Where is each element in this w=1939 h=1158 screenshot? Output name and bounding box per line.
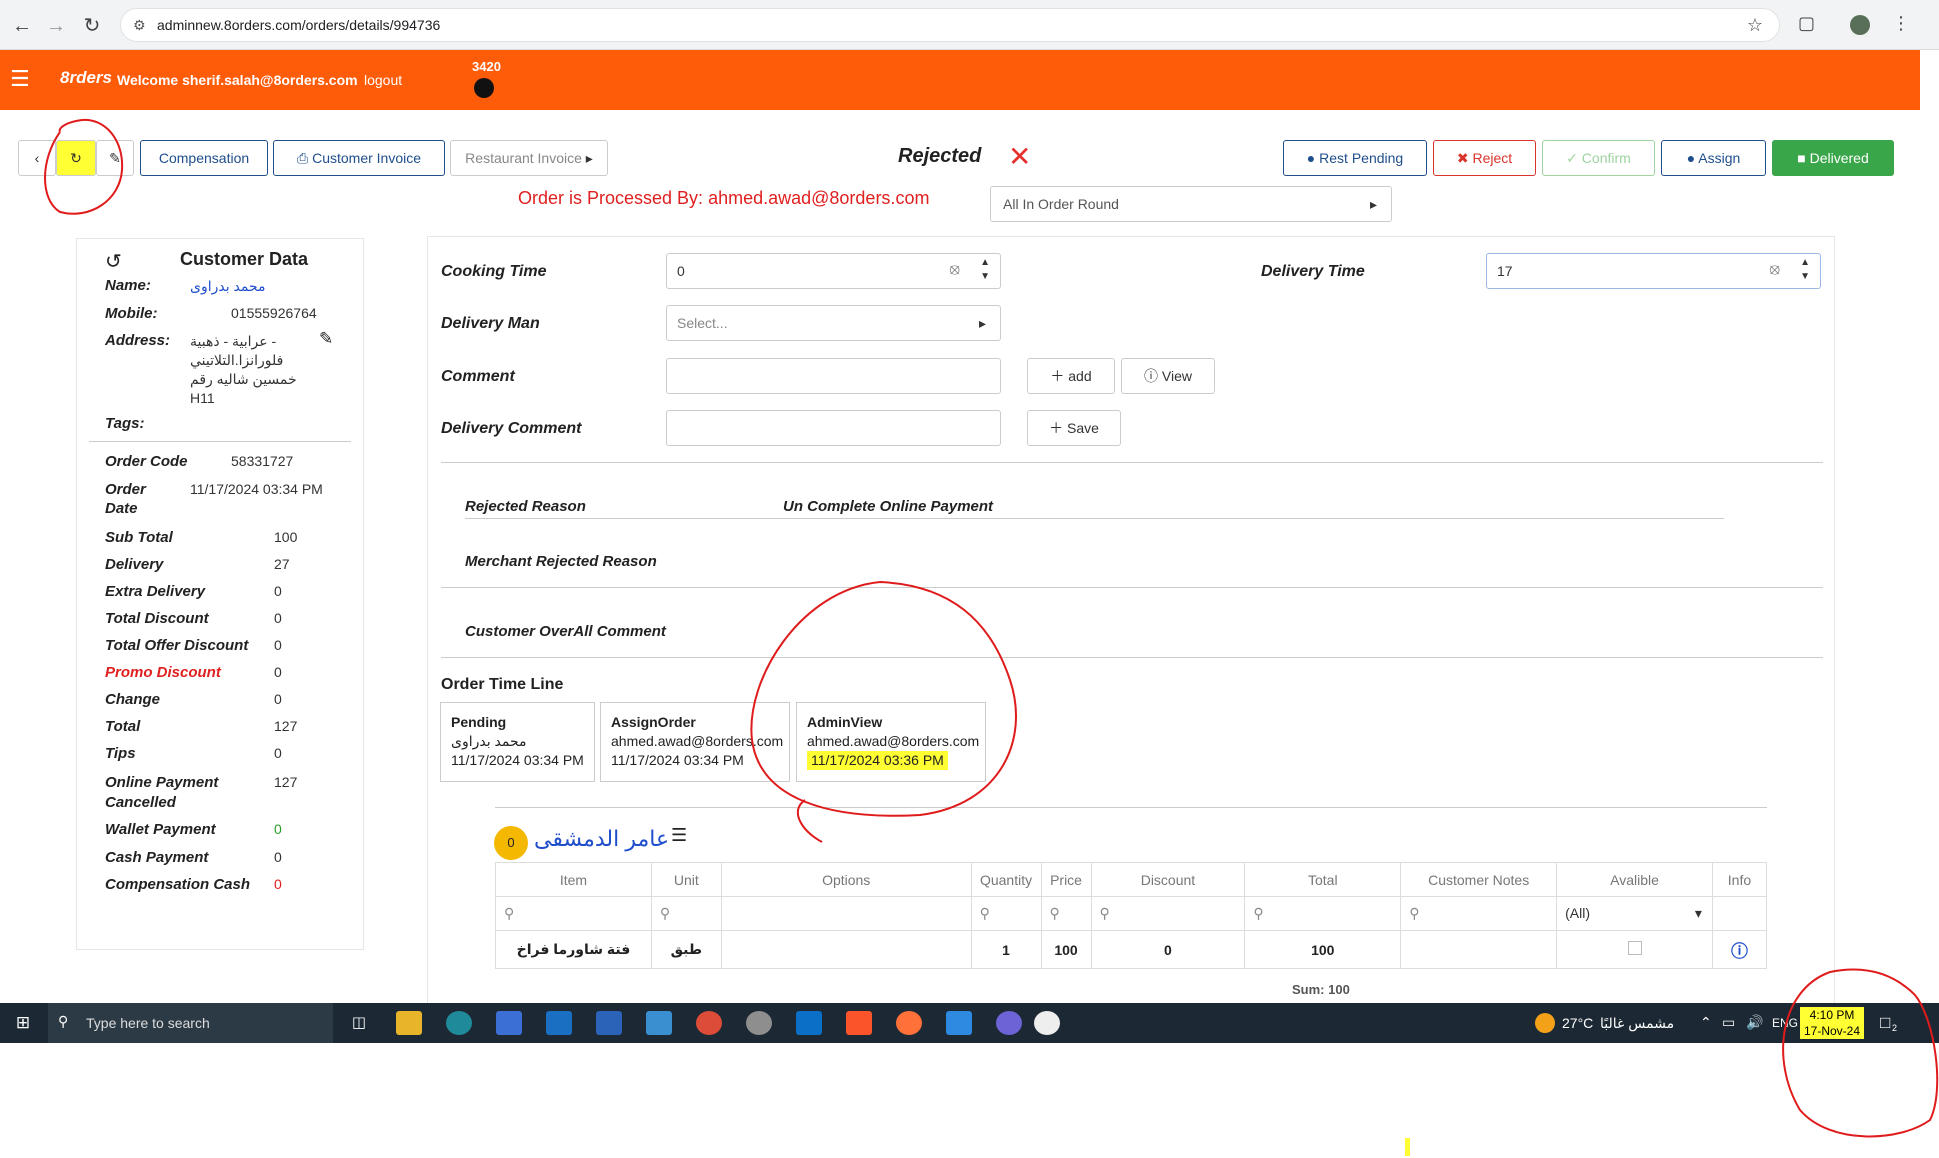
annotation-circle	[44, 118, 124, 215]
annotation-circle	[1782, 968, 1939, 1138]
annotation-circle	[750, 581, 1017, 843]
annotation-overlay	[44, 118, 1939, 1156]
highlight-mark	[1405, 1138, 1410, 1156]
